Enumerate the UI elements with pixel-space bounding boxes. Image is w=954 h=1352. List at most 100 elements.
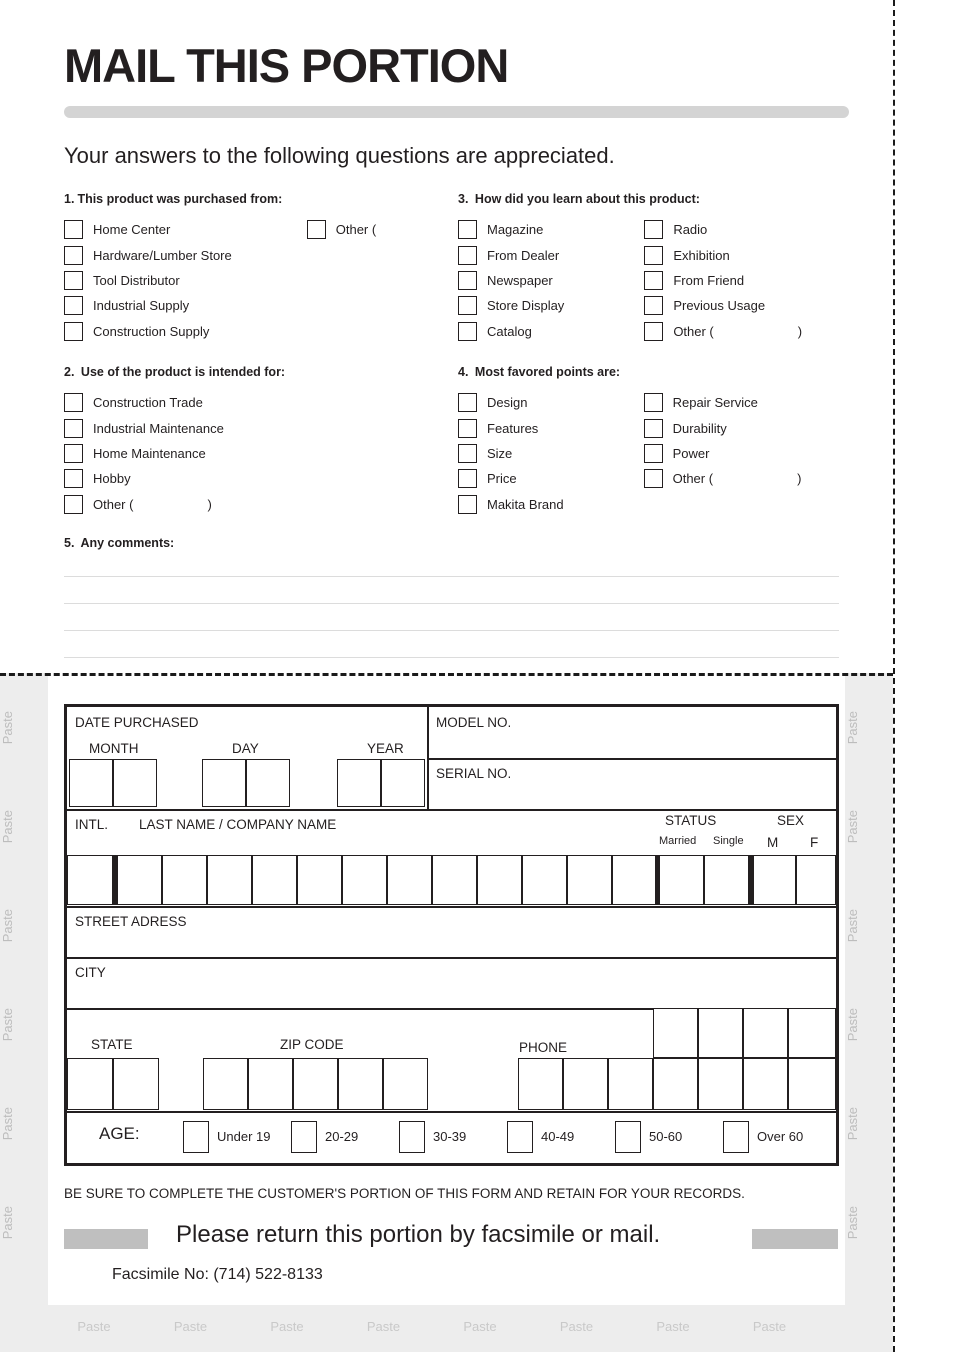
zip-cell[interactable] bbox=[293, 1058, 338, 1110]
phone-cell[interactable] bbox=[563, 1058, 608, 1110]
option-durability[interactable]: Durability bbox=[643, 415, 802, 440]
area-code-cell[interactable] bbox=[653, 1008, 698, 1058]
checkbox-icon[interactable] bbox=[644, 321, 664, 341]
checkbox-icon[interactable] bbox=[458, 469, 477, 489]
option-features[interactable]: Features bbox=[458, 415, 564, 440]
phone-cell[interactable] bbox=[743, 1058, 788, 1110]
sex-f-cell[interactable] bbox=[796, 855, 836, 905]
checkbox-icon[interactable] bbox=[458, 220, 477, 240]
phone-cell[interactable] bbox=[698, 1058, 743, 1110]
checkbox-icon[interactable] bbox=[64, 494, 83, 514]
age-checkbox-20-29[interactable] bbox=[291, 1121, 317, 1153]
age-checkbox-30-39[interactable] bbox=[399, 1121, 425, 1153]
option-size[interactable]: Size bbox=[458, 441, 564, 466]
phone-cell[interactable] bbox=[788, 1058, 836, 1110]
option-radio[interactable]: Radio bbox=[644, 217, 802, 242]
month-cell[interactable] bbox=[113, 759, 157, 807]
status-married-cell[interactable] bbox=[659, 855, 704, 905]
area-code-cell[interactable] bbox=[698, 1008, 743, 1058]
area-code-cell[interactable] bbox=[788, 1008, 836, 1058]
checkbox-icon[interactable] bbox=[458, 393, 477, 413]
day-cell[interactable] bbox=[202, 759, 246, 807]
state-cell[interactable] bbox=[113, 1058, 159, 1110]
name-cell[interactable] bbox=[342, 855, 387, 905]
month-cell[interactable] bbox=[69, 759, 113, 807]
name-cell[interactable] bbox=[612, 855, 657, 905]
option-other[interactable]: Other () bbox=[64, 492, 224, 517]
name-cell[interactable] bbox=[252, 855, 297, 905]
area-code-cell[interactable] bbox=[743, 1008, 788, 1058]
name-cell[interactable] bbox=[477, 855, 522, 905]
option-other[interactable]: Other () bbox=[306, 217, 465, 242]
age-checkbox-over-60[interactable] bbox=[723, 1121, 749, 1153]
checkbox-icon[interactable] bbox=[64, 393, 83, 413]
age-checkbox-under-19[interactable] bbox=[183, 1121, 209, 1153]
option-price[interactable]: Price bbox=[458, 466, 564, 491]
checkbox-icon[interactable] bbox=[64, 418, 83, 438]
comment-line[interactable] bbox=[64, 577, 839, 604]
day-cell[interactable] bbox=[246, 759, 290, 807]
phone-cell[interactable] bbox=[608, 1058, 653, 1110]
checkbox-icon[interactable] bbox=[644, 220, 664, 240]
option-from-dealer[interactable]: From Dealer bbox=[458, 242, 564, 267]
status-single-cell[interactable] bbox=[704, 855, 749, 905]
checkbox-icon[interactable] bbox=[64, 443, 83, 463]
phone-cell[interactable] bbox=[518, 1058, 563, 1110]
checkbox-icon[interactable] bbox=[643, 469, 663, 489]
option-exhibition[interactable]: Exhibition bbox=[644, 242, 802, 267]
option-industrial-maintenance[interactable]: Industrial Maintenance bbox=[64, 415, 224, 440]
zip-cell[interactable] bbox=[203, 1058, 248, 1110]
name-cell[interactable] bbox=[522, 855, 567, 905]
age-checkbox-50-60[interactable] bbox=[615, 1121, 641, 1153]
zip-cell[interactable] bbox=[338, 1058, 383, 1110]
option-previous-usage[interactable]: Previous Usage bbox=[644, 293, 802, 318]
age-checkbox-40-49[interactable] bbox=[507, 1121, 533, 1153]
option-newspaper[interactable]: Newspaper bbox=[458, 268, 564, 293]
name-cell[interactable] bbox=[432, 855, 477, 905]
comment-line[interactable] bbox=[64, 631, 839, 658]
option-makita-brand[interactable]: Makita Brand bbox=[458, 492, 564, 517]
checkbox-icon[interactable] bbox=[458, 321, 477, 341]
checkbox-icon[interactable] bbox=[458, 270, 477, 290]
option-other[interactable]: Other () bbox=[643, 466, 801, 491]
checkbox-icon[interactable] bbox=[458, 494, 477, 514]
checkbox-icon[interactable] bbox=[643, 393, 663, 413]
checkbox-icon[interactable] bbox=[458, 296, 477, 316]
name-cell[interactable] bbox=[387, 855, 432, 905]
comment-line[interactable] bbox=[64, 550, 839, 577]
option-home-center[interactable]: Home Center bbox=[64, 217, 232, 242]
checkbox-icon[interactable] bbox=[64, 245, 83, 265]
checkbox-icon[interactable] bbox=[458, 418, 477, 438]
option-hobby[interactable]: Hobby bbox=[64, 466, 224, 491]
checkbox-icon[interactable] bbox=[644, 296, 664, 316]
option-construction-supply[interactable]: Construction Supply bbox=[64, 319, 232, 344]
option-power[interactable]: Power bbox=[643, 441, 802, 466]
option-industrial-supply[interactable]: Industrial Supply bbox=[64, 293, 232, 318]
name-cell[interactable] bbox=[162, 855, 207, 905]
checkbox-icon[interactable] bbox=[458, 245, 477, 265]
option-tool-distributor[interactable]: Tool Distributor bbox=[64, 268, 232, 293]
year-cell[interactable] bbox=[381, 759, 425, 807]
option-other[interactable]: Other () bbox=[644, 319, 802, 344]
option-store-display[interactable]: Store Display bbox=[458, 293, 564, 318]
name-cell[interactable] bbox=[207, 855, 252, 905]
checkbox-icon[interactable] bbox=[458, 443, 477, 463]
year-cell[interactable] bbox=[337, 759, 381, 807]
zip-cell[interactable] bbox=[383, 1058, 428, 1110]
option-construction-trade[interactable]: Construction Trade bbox=[64, 390, 224, 415]
checkbox-icon[interactable] bbox=[64, 270, 83, 290]
option-catalog[interactable]: Catalog bbox=[458, 319, 564, 344]
state-cell[interactable] bbox=[67, 1058, 113, 1110]
name-cell[interactable] bbox=[567, 855, 612, 905]
option-magazine[interactable]: Magazine bbox=[458, 217, 564, 242]
checkbox-icon[interactable] bbox=[64, 321, 83, 341]
option-design[interactable]: Design bbox=[458, 390, 564, 415]
checkbox-icon[interactable] bbox=[643, 443, 663, 463]
intl-cell[interactable] bbox=[67, 855, 113, 905]
option-home-maintenance[interactable]: Home Maintenance bbox=[64, 441, 224, 466]
checkbox-icon[interactable] bbox=[643, 418, 663, 438]
name-cell[interactable] bbox=[117, 855, 162, 905]
sex-m-cell[interactable] bbox=[753, 855, 796, 905]
option-repair-service[interactable]: Repair Service bbox=[643, 390, 802, 415]
checkbox-icon[interactable] bbox=[644, 270, 664, 290]
